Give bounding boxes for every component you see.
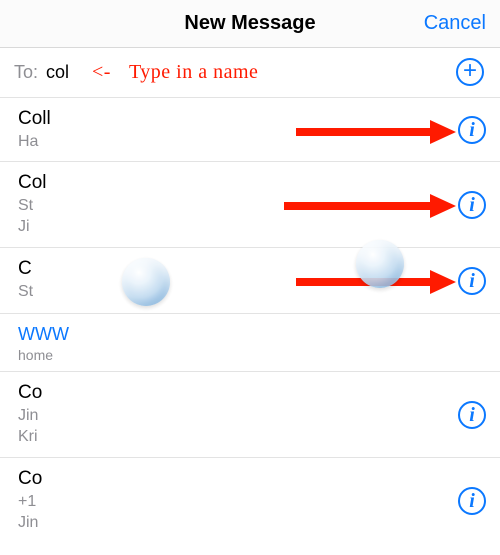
suggestion-subtitle: Ha	[18, 132, 444, 153]
suggestion-title: Coll	[18, 108, 444, 130]
cancel-button[interactable]: Cancel	[424, 0, 486, 47]
info-icon: i	[458, 116, 486, 144]
add-contact-button[interactable]: +	[456, 58, 486, 88]
to-field-row[interactable]: To: <- Type in a name +	[0, 48, 500, 98]
info-button[interactable]: i	[458, 267, 486, 295]
info-button[interactable]: i	[458, 487, 486, 515]
info-icon: i	[458, 191, 486, 219]
suggestion-title: C	[18, 258, 444, 280]
suggestion-row[interactable]: Co Jin Kri i	[0, 372, 500, 458]
annotation-text: Type in a name	[129, 61, 258, 84]
suggestion-subtitle: St	[18, 282, 444, 303]
suggestion-title: Col	[18, 172, 444, 194]
suggestion-title: Co	[18, 382, 444, 404]
info-icon: i	[458, 401, 486, 429]
suggestion-caption: home	[18, 347, 444, 363]
suggestion-subtitle: +1 Jin	[18, 492, 444, 534]
suggestion-title: Co	[18, 468, 444, 490]
plus-icon: +	[456, 58, 484, 86]
suggestion-row[interactable]: C St i	[0, 248, 500, 314]
suggestion-link: WWW	[18, 324, 444, 345]
suggestion-subtitle: St Ji	[18, 196, 444, 238]
suggestion-row[interactable]: WWW home	[0, 314, 500, 372]
suggestion-list: Coll Ha i Col St Ji i C St i WWW home Co	[0, 98, 500, 544]
info-button[interactable]: i	[458, 116, 486, 144]
recipient-input[interactable]	[46, 62, 86, 83]
suggestion-row[interactable]: Col St Ji i	[0, 162, 500, 248]
suggestion-subtitle: Jin Kri	[18, 406, 444, 448]
info-button[interactable]: i	[458, 191, 486, 219]
info-button[interactable]: i	[458, 401, 486, 429]
compose-header: New Message Cancel	[0, 0, 500, 48]
to-label: To:	[14, 62, 38, 83]
info-icon: i	[458, 487, 486, 515]
info-icon: i	[458, 267, 486, 295]
suggestion-row[interactable]: Coll Ha i	[0, 98, 500, 162]
suggestion-row[interactable]: Co +1 Jin i	[0, 458, 500, 544]
annotation-arrow: <-	[92, 61, 111, 84]
